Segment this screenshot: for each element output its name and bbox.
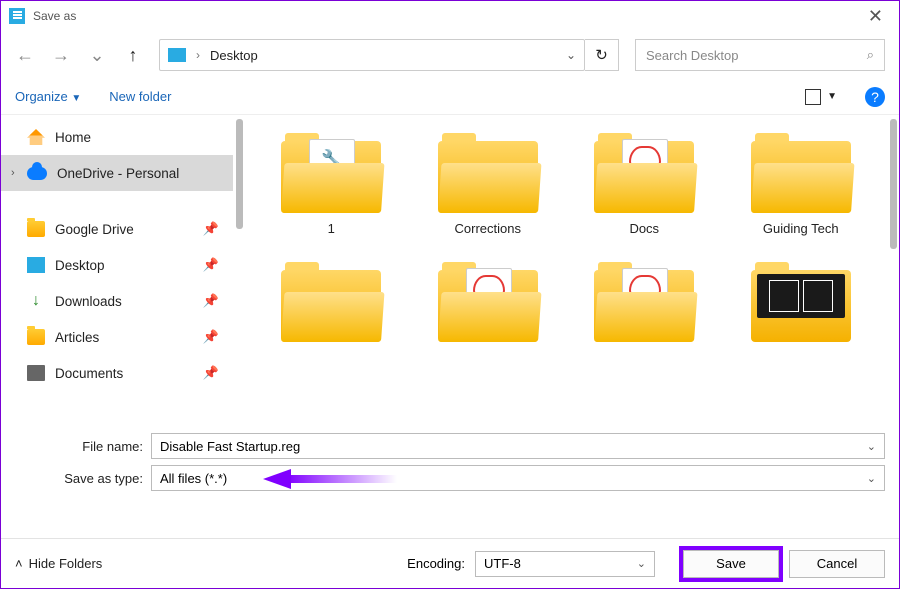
savetype-label: Save as type:: [15, 471, 143, 486]
folder-tile[interactable]: [570, 262, 719, 350]
cancel-button[interactable]: Cancel: [789, 550, 885, 578]
folder-tile[interactable]: Corrections: [414, 133, 563, 236]
sidebar-item-google-drive[interactable]: Google Drive 📌: [1, 211, 233, 247]
recent-chevron-icon[interactable]: ⌄: [87, 45, 107, 66]
address-bar[interactable]: › Desktop ⌄: [159, 39, 585, 71]
titlebar: Save as ✕: [1, 1, 899, 31]
chevron-right-icon: ›: [196, 48, 200, 62]
encoding-label: Encoding:: [407, 556, 465, 571]
folder-icon: [27, 221, 45, 237]
folder-icon: [438, 133, 538, 213]
chevron-down-icon[interactable]: ⌄: [566, 48, 576, 62]
search-placeholder: Search Desktop: [646, 48, 739, 63]
save-as-dialog: Save as ✕ ← → ⌄ ↑ › Desktop ⌄ ↻ Search D…: [0, 0, 900, 589]
folder-label: 1: [328, 221, 335, 236]
pin-icon: 📌: [203, 221, 219, 237]
folder-icon: [594, 262, 694, 342]
folder-label: Guiding Tech: [763, 221, 839, 236]
document-icon: [27, 365, 45, 381]
breadcrumb[interactable]: Desktop: [210, 48, 258, 63]
folder-tile[interactable]: Docs: [570, 133, 719, 236]
filepane-scrollbar[interactable]: [890, 119, 897, 249]
close-icon[interactable]: ✕: [860, 6, 891, 27]
view-menu[interactable]: ▼: [805, 89, 837, 105]
pin-icon: 📌: [203, 257, 219, 273]
save-form: File name: Disable Fast Startup.reg ⌄ Sa…: [1, 425, 899, 491]
chevron-down-icon: ▼: [827, 91, 837, 102]
file-pane[interactable]: 1 Corrections Docs Guiding Tech: [233, 115, 899, 425]
desktop-icon: [27, 257, 45, 273]
help-icon[interactable]: ?: [865, 87, 885, 107]
folder-icon: [438, 262, 538, 342]
location-icon: [168, 48, 186, 62]
folder-tile[interactable]: 1: [257, 133, 406, 236]
home-icon: [27, 129, 45, 145]
chevron-up-icon: ˄: [15, 556, 23, 571]
hide-folders-toggle[interactable]: ˄ Hide Folders: [15, 556, 102, 571]
pin-icon: 📌: [203, 365, 219, 381]
folder-tile[interactable]: Guiding Tech: [727, 133, 876, 236]
save-button[interactable]: Save: [683, 550, 779, 578]
savetype-select[interactable]: All files (*.*) ⌄: [151, 465, 885, 491]
folder-icon: [281, 262, 381, 342]
encoding-select[interactable]: UTF-8 ⌄: [475, 551, 655, 577]
toolbar: Organize ▼ New folder ▼ ?: [1, 79, 899, 115]
folder-tile[interactable]: [257, 262, 406, 350]
filename-input[interactable]: Disable Fast Startup.reg ⌄: [151, 433, 885, 459]
window-title: Save as: [33, 9, 76, 23]
sidebar-item-documents[interactable]: Documents 📌: [1, 355, 233, 391]
pin-icon: 📌: [203, 293, 219, 309]
pin-icon: 📌: [203, 329, 219, 345]
refresh-button[interactable]: ↻: [585, 39, 619, 71]
sidebar: Home › OneDrive - Personal Google Drive …: [1, 115, 233, 425]
forward-icon[interactable]: →: [51, 45, 71, 66]
search-icon: ⌕: [867, 47, 874, 63]
folder-icon: [751, 262, 851, 342]
sidebar-item-home[interactable]: Home: [1, 119, 233, 155]
folder-icon: [27, 329, 45, 345]
up-icon[interactable]: ↑: [123, 45, 143, 66]
sidebar-item-articles[interactable]: Articles 📌: [1, 319, 233, 355]
back-icon[interactable]: ←: [15, 45, 35, 66]
folder-tile[interactable]: [414, 262, 563, 350]
chevron-right-icon[interactable]: ›: [11, 167, 15, 179]
download-icon: ↓: [27, 293, 45, 309]
sidebar-item-onedrive[interactable]: › OneDrive - Personal: [1, 155, 233, 191]
folder-label: Corrections: [455, 221, 521, 236]
folder-icon: [594, 133, 694, 213]
cloud-icon: [27, 167, 47, 180]
search-input[interactable]: Search Desktop ⌕: [635, 39, 885, 71]
footer: ˄ Hide Folders Encoding: UTF-8 ⌄ Save Ca…: [1, 538, 899, 588]
view-icon: [805, 89, 821, 105]
new-folder-button[interactable]: New folder: [109, 89, 171, 104]
chevron-down-icon[interactable]: ⌄: [637, 557, 646, 570]
nav-row: ← → ⌄ ↑ › Desktop ⌄ ↻ Search Desktop ⌕: [1, 31, 899, 79]
chevron-down-icon: ▼: [71, 93, 81, 104]
sidebar-item-desktop[interactable]: Desktop 📌: [1, 247, 233, 283]
chevron-down-icon[interactable]: ⌄: [867, 472, 876, 485]
organize-menu[interactable]: Organize ▼: [15, 89, 81, 104]
folder-icon: [281, 133, 381, 213]
filename-label: File name:: [15, 439, 143, 454]
folder-icon: [751, 133, 851, 213]
sidebar-item-downloads[interactable]: ↓ Downloads 📌: [1, 283, 233, 319]
chevron-down-icon[interactable]: ⌄: [867, 440, 876, 453]
folder-tile[interactable]: [727, 262, 876, 350]
app-icon: [9, 8, 25, 24]
folder-label: Docs: [629, 221, 659, 236]
